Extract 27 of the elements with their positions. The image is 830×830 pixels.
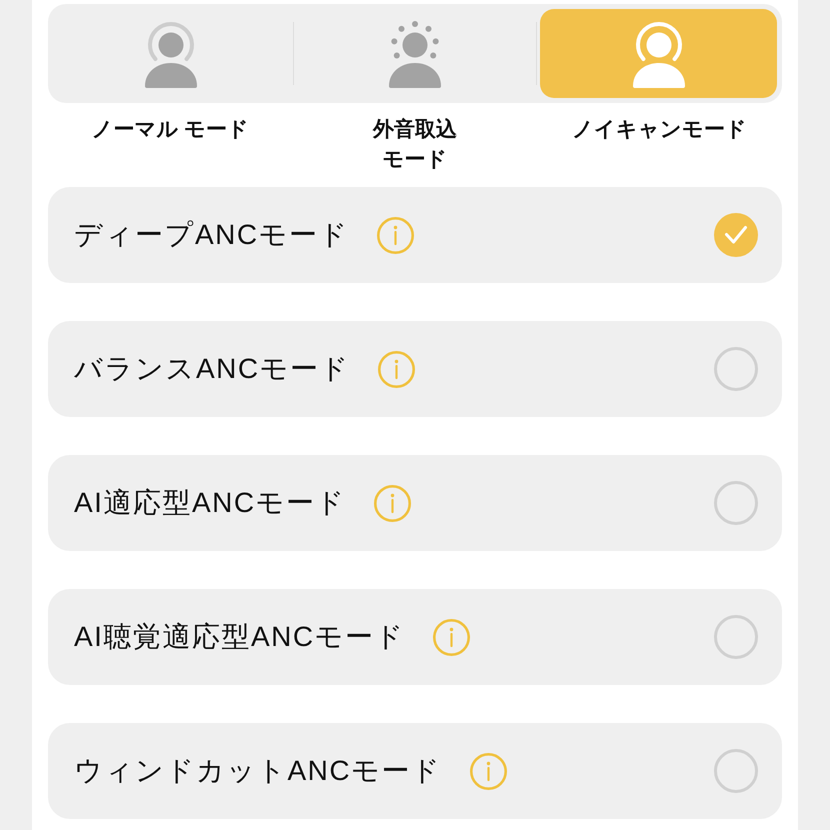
mode-tab[interactable] <box>540 9 778 98</box>
radio-button[interactable] <box>714 213 758 257</box>
mode-label: 外音取込モード <box>372 116 458 173</box>
mode-option[interactable]: ディープANCモード <box>48 187 782 283</box>
mode-label: ノイキャンモード <box>572 117 748 143</box>
person-ring-icon <box>145 20 198 88</box>
info-icon[interactable] <box>470 752 507 790</box>
option-label: ディープANCモード <box>74 218 350 252</box>
radio-button[interactable] <box>714 347 758 391</box>
option-label: AI適応型ANCモード <box>74 486 346 520</box>
info-icon[interactable] <box>433 618 470 656</box>
option-label: ウィンドカットANCモード <box>74 754 442 788</box>
mode-label: ノーマル モード <box>91 117 250 143</box>
info-icon[interactable] <box>374 484 412 522</box>
mode-option[interactable]: AI適応型ANCモード <box>48 455 782 551</box>
person-dots-icon <box>389 20 441 88</box>
mode-option[interactable]: AI聴覚適応型ANCモード <box>48 589 782 685</box>
option-label: バランスANCモード <box>74 352 350 386</box>
option-label: AI聴覚適応型ANCモード <box>74 620 406 654</box>
mode-option[interactable]: ウィンドカットANCモード <box>48 723 782 819</box>
info-icon[interactable] <box>378 350 416 388</box>
radio-button[interactable] <box>714 481 758 525</box>
info-icon[interactable] <box>377 216 414 254</box>
radio-button[interactable] <box>714 615 758 659</box>
mode-option[interactable]: バランスANCモード <box>48 321 782 417</box>
radio-button[interactable] <box>714 749 758 793</box>
person-ring-icon <box>632 20 685 88</box>
